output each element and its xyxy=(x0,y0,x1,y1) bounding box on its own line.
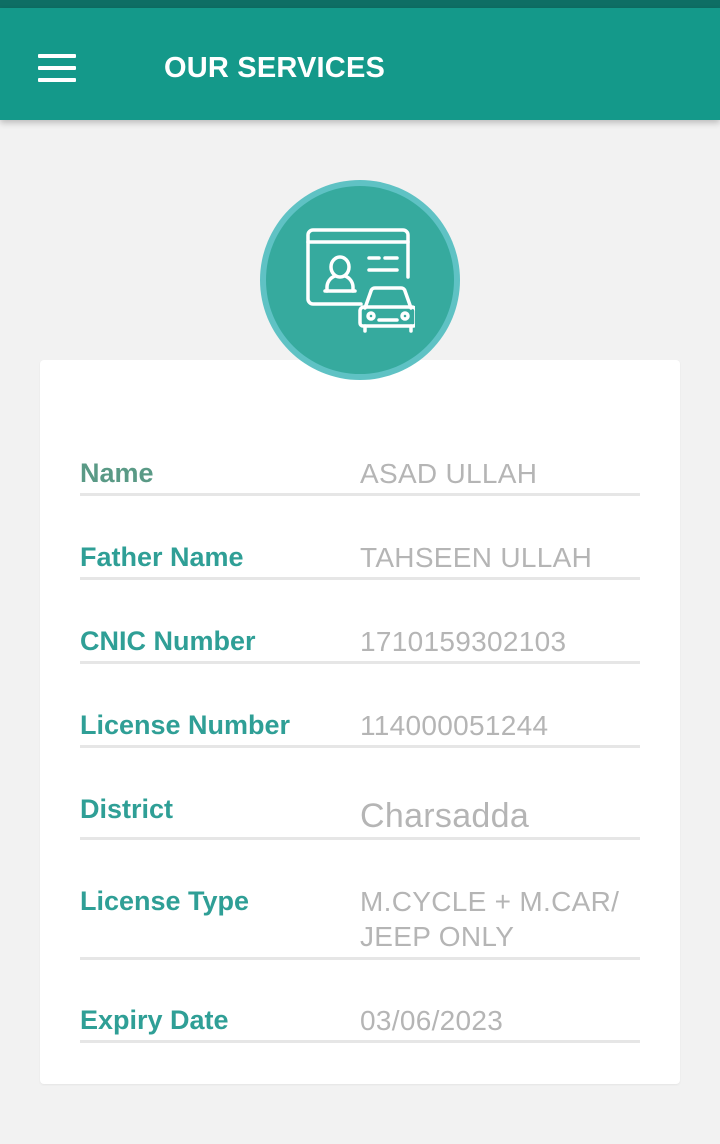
father-name-label: Father Name xyxy=(80,542,244,572)
detail-row-license-number: License Number 114000051244 xyxy=(80,704,640,748)
detail-row-cnic-number: CNIC Number 1710159302103 xyxy=(80,620,640,664)
license-number-label: License Number xyxy=(80,710,291,740)
district-value: Charsadda xyxy=(360,797,530,835)
status-bar xyxy=(0,0,720,8)
license-type-value: M.CYCLE + M.CAR/ JEEP ONLY xyxy=(360,886,620,952)
father-name-value: TAHSEEN ULLAH xyxy=(360,542,593,573)
cnic-number-value: 1710159302103 xyxy=(360,626,567,657)
detail-row-license-type: License Type M.CYCLE + M.CAR/ JEEP ONLY xyxy=(80,880,640,960)
license-number-value: 114000051244 xyxy=(360,710,549,741)
app-bar: OUR SERVICES xyxy=(0,8,720,120)
hamburger-menu-icon xyxy=(38,54,76,58)
detail-row-district: District Charsadda xyxy=(80,788,640,840)
menu-button[interactable] xyxy=(22,38,90,98)
detail-row-expiry-date: Expiry Date 03/06/2023 xyxy=(80,999,640,1043)
district-label: District xyxy=(80,794,174,824)
detail-row-name: Name ASAD ULLAH xyxy=(80,452,640,496)
detail-row-father-name: Father Name TAHSEEN ULLAH xyxy=(80,536,640,580)
driving-license-icon xyxy=(260,180,460,380)
name-value: ASAD ULLAH xyxy=(360,458,538,489)
expiry-date-value: 03/06/2023 xyxy=(360,1005,504,1036)
expiry-date-label: Expiry Date xyxy=(80,1005,229,1035)
cnic-number-label: CNIC Number xyxy=(80,626,256,656)
page-title: OUR SERVICES xyxy=(164,52,386,84)
license-type-label: License Type xyxy=(80,886,250,916)
name-label: Name xyxy=(80,458,154,488)
